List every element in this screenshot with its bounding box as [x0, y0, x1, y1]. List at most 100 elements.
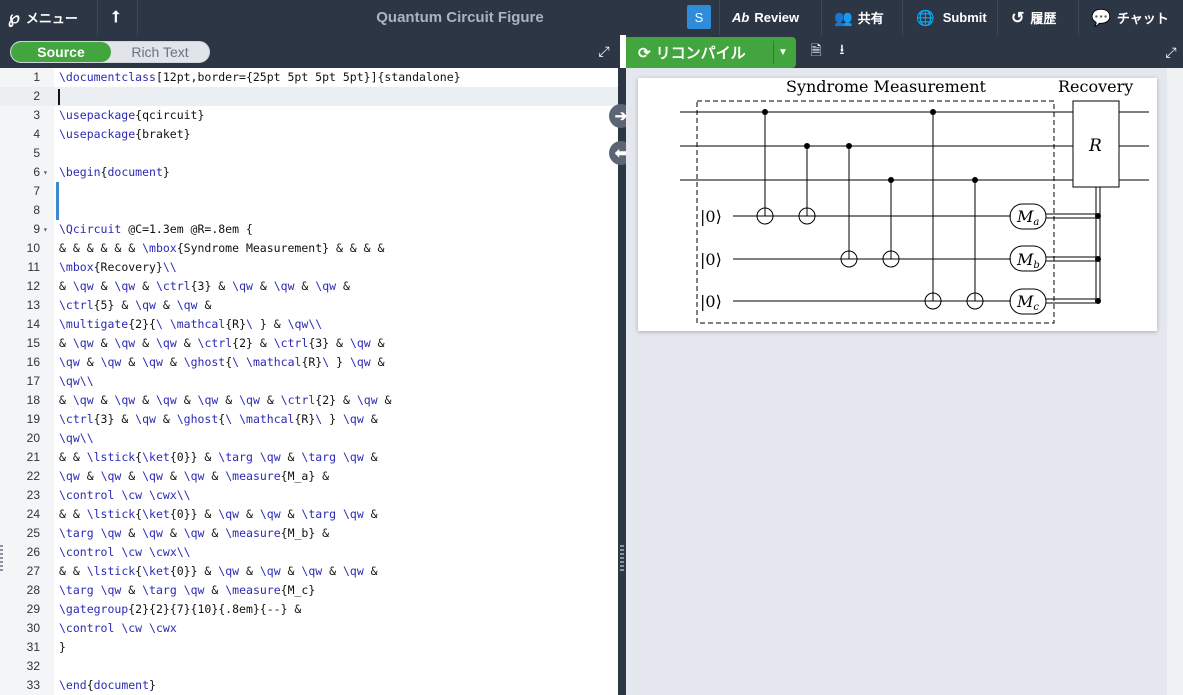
submit-button[interactable]: 🌐 Submit — [916, 0, 987, 35]
code-line[interactable]: 3 \usepackage{qcircuit} — [0, 106, 618, 125]
share-button[interactable]: 👥 共有 — [834, 0, 884, 35]
pdf-scrollbar[interactable] — [1167, 68, 1183, 695]
code-line[interactable]: 24 & & \lstick{\ket{0}} & \qw & \qw & \ta… — [0, 505, 618, 524]
line-number: 22 — [26, 469, 40, 483]
code-line[interactable]: 27 & & \lstick{\ket{0}} & \qw & \qw & \qw… — [0, 562, 618, 581]
chat-label: チャット — [1116, 11, 1169, 26]
line-number: 28 — [26, 583, 40, 597]
submit-label: Submit — [942, 10, 987, 25]
line-number: 30 — [26, 621, 40, 635]
code-line[interactable]: 29 \gategroup{2}{2}{7}{10}{.8em}{--} & — [0, 600, 618, 619]
code-line[interactable]: 21 & & \lstick{\ket{0}} & \targ \qw & \ta… — [0, 448, 618, 467]
code-line[interactable]: 10 & & & & & & \mbox{Syndrome Measurement… — [0, 239, 618, 258]
code-text: } — [59, 640, 66, 654]
code-line[interactable]: 19 \ctrl{3} & \qw & \ghost{\ \mathcal{R}\… — [0, 410, 618, 429]
code-line[interactable]: 32 — [0, 657, 618, 676]
middle-resize-handle[interactable] — [620, 545, 624, 573]
refresh-icon: ⟳ — [638, 44, 651, 62]
line-number: 11 — [27, 260, 40, 274]
source-mode-button[interactable]: Source — [11, 42, 111, 62]
code-line[interactable]: 22 \qw & \qw & \qw & \qw & \measure{M_a} … — [0, 467, 618, 486]
code-line[interactable]: 12 & \qw & \qw & \ctrl{3} & \qw & \qw & \… — [0, 277, 618, 296]
globe-icon: 🌐 — [916, 9, 935, 27]
code-text: & \qw & \qw & \ctrl{3} & \qw & \qw & \qw… — [59, 279, 350, 293]
menu-label: メニュー — [25, 11, 78, 26]
code-line[interactable]: 17 \qw\\ — [0, 372, 618, 391]
recovery-gate-label: R — [1088, 136, 1102, 156]
measure-label-c: Mc — [1016, 292, 1039, 313]
code-line[interactable]: 14 \multigate{2}{\ \mathcal{R}\ } & \qw\\ — [0, 315, 618, 334]
code-line[interactable]: 1 \documentclass[12pt,border={25pt 5pt 5p… — [0, 68, 618, 87]
pdf-toolbar: ⟳ リコンパイル ▼ 🗎 ⭳ ⤢ — [626, 35, 1183, 68]
line-number: 2 — [33, 89, 40, 103]
code-line[interactable]: 15 & \qw & \qw & \qw & \ctrl{2} & \ctrl{3… — [0, 334, 618, 353]
recompile-button[interactable]: ⟳ リコンパイル ▼ — [626, 37, 796, 68]
quantum-circuit-figure: Syndrome Measurement Recovery R |0⟩ |0⟩ … — [680, 78, 1149, 324]
code-text: \qw & \qw & \qw & \qw & \measure{M_a} & — [59, 469, 330, 483]
code-editor[interactable]: 1 \documentclass[12pt,border={25pt 5pt 5p… — [0, 68, 618, 695]
recompile-options-chevron-down-icon[interactable]: ▼ — [778, 37, 788, 68]
code-line[interactable]: 26 \control \cw \cwx\\ — [0, 543, 618, 562]
expand-editor-icon[interactable]: ⤢ — [596, 43, 612, 59]
line-number: 8 — [33, 203, 40, 217]
avatar[interactable]: S — [687, 5, 711, 29]
download-icon[interactable]: ⭳ — [834, 41, 850, 59]
line-number: 23 — [26, 488, 40, 502]
code-line[interactable]: 11 \mbox{Recovery}\\ — [0, 258, 618, 277]
code-text: & & \lstick{\ket{0}} & \targ \qw & \targ… — [59, 450, 378, 464]
left-resize-handle[interactable] — [0, 545, 3, 573]
code-line[interactable]: 31} — [0, 638, 618, 657]
line-number: 12 — [26, 279, 40, 293]
line-number: 19 — [26, 412, 40, 426]
code-line[interactable]: 9 ▾ \Qcircuit @C=1.3em @R=.8em { — [0, 220, 618, 239]
code-text: \qw\\ — [59, 374, 94, 388]
code-text: \ctrl{5} & \qw & \qw & — [59, 298, 212, 312]
menu-button[interactable]: ℘ メニュー — [8, 0, 78, 35]
code-line[interactable]: 33 \end{document} — [0, 676, 618, 695]
line-number: 31 — [26, 640, 40, 654]
back-to-projects-icon[interactable]: ⭡ — [112, 0, 120, 35]
line-number: 13 — [26, 298, 40, 312]
review-button[interactable]: Ab Review — [732, 0, 799, 35]
code-line[interactable]: 13 \ctrl{5} & \qw & \qw & — [0, 296, 618, 315]
code-text: \control \cw \cwx\\ — [59, 545, 191, 559]
line-number: 16 — [26, 355, 40, 369]
code-line[interactable]: 8 — [0, 201, 618, 220]
rich-text-mode-button[interactable]: Rich Text — [111, 42, 209, 62]
code-text: \control \cw \cwx — [59, 621, 177, 635]
code-line[interactable]: 20 \qw\\ — [0, 429, 618, 448]
code-text: \usepackage{qcircuit} — [59, 108, 205, 122]
code-line[interactable]: 16 \qw & \qw & \qw & \ghost{\ \mathcal{R}… — [0, 353, 618, 372]
line-number: 26 — [26, 545, 40, 559]
logs-file-icon[interactable]: 🗎 — [808, 42, 824, 60]
code-line[interactable]: 25 \targ \qw & \qw & \qw & \measure{M_b} … — [0, 524, 618, 543]
chat-button[interactable]: 💬 チャット — [1091, 0, 1169, 35]
code-line[interactable]: 18 & \qw & \qw & \qw & \qw & \qw & \ctrl{… — [0, 391, 618, 410]
code-line[interactable]: 2 — [0, 87, 618, 106]
code-text: \begin{document} — [59, 165, 170, 179]
code-line[interactable]: 6 ▾ \begin{document} — [0, 163, 618, 182]
pdf-page: Syndrome Measurement Recovery R |0⟩ |0⟩ … — [638, 78, 1157, 331]
code-line[interactable]: 28 \targ \qw & \targ \qw & \measure{M_c} — [0, 581, 618, 600]
line-number: 15 — [26, 336, 40, 350]
project-title[interactable]: Quantum Circuit Figure — [260, 0, 660, 35]
code-line[interactable]: 4 \usepackage{braket} — [0, 125, 618, 144]
code-text: & \qw & \qw & \qw & \qw & \qw & \ctrl{2}… — [59, 393, 392, 407]
expand-pdf-icon[interactable]: ⤢ — [1163, 44, 1179, 60]
ancilla-ket-a: |0⟩ — [700, 207, 722, 226]
code-text: & & & & & & \mbox{Syndrome Measurement} … — [59, 241, 385, 255]
history-button[interactable]: ↺ 履歴 — [1011, 0, 1056, 35]
code-line[interactable]: 5 — [0, 144, 618, 163]
code-text: \ctrl{3} & \qw & \ghost{\ \mathcal{R}\ }… — [59, 412, 378, 426]
line-number: 33 — [26, 678, 40, 692]
top-bar: ℘ メニュー ⭡ Quantum Circuit Figure S Ab Rev… — [0, 0, 1183, 35]
fold-toggle-icon[interactable]: ▾ — [43, 220, 48, 239]
code-line[interactable]: 30 \control \cw \cwx — [0, 619, 618, 638]
gate-group-label: Syndrome Measurement — [786, 78, 987, 96]
code-line[interactable]: 23 \control \cw \cwx\\ — [0, 486, 618, 505]
line-number: 18 — [26, 393, 40, 407]
code-line[interactable]: 7 — [0, 182, 618, 220]
editor-mode-toggle[interactable]: Source Rich Text — [10, 41, 210, 63]
editor-toolbar: Source Rich Text ⤢ — [0, 35, 620, 68]
fold-toggle-icon[interactable]: ▾ — [43, 163, 48, 182]
